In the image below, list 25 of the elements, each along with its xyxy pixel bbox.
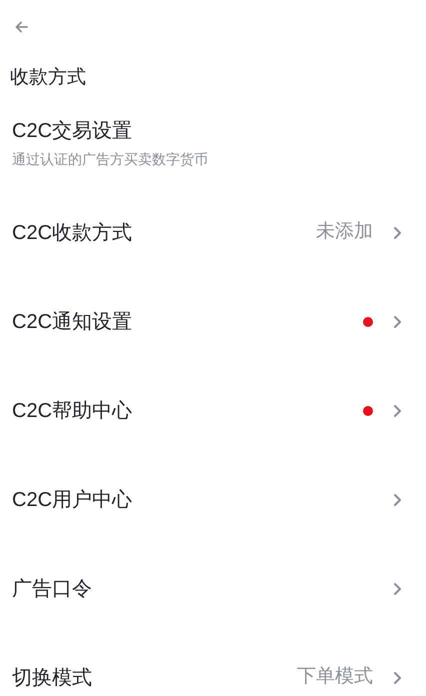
settings-row[interactable]: C2C通知设置 [0, 277, 426, 366]
settings-row[interactable]: 广告口令 [0, 544, 426, 633]
section-title: C2C交易设置 [12, 118, 134, 144]
row-value: 下单模式 [297, 665, 373, 690]
back-button[interactable] [14, 20, 28, 34]
section-subtitle: 通过认证的广告方买卖数字货币 [12, 150, 209, 168]
row-label: C2C用户中心 [12, 488, 134, 512]
back-arrow-icon [14, 21, 28, 33]
row-label: C2C通知设置 [12, 310, 134, 334]
settings-row[interactable]: 切换模式 下单模式 [0, 633, 426, 696]
row-label: 切换模式 [12, 666, 93, 690]
chevron-right-icon [393, 582, 402, 596]
row-value: 未添加 [316, 220, 373, 244]
settings-row[interactable]: C2C帮助中心 [0, 366, 426, 455]
chevron-right-icon [393, 226, 402, 240]
row-label: C2C收款方式 [12, 220, 134, 246]
chevron-right-icon [393, 670, 402, 684]
settings-row[interactable]: C2C收款方式 未添加 [0, 188, 426, 277]
row-label: 广告口令 [12, 576, 93, 602]
chevron-right-icon [393, 404, 402, 418]
chevron-right-icon [393, 314, 402, 328]
row-label: C2C帮助中心 [12, 398, 134, 424]
chevron-right-icon [393, 492, 402, 506]
settings-row[interactable]: C2C用户中心 [0, 455, 426, 544]
page-title: 收款方式 [10, 66, 86, 90]
